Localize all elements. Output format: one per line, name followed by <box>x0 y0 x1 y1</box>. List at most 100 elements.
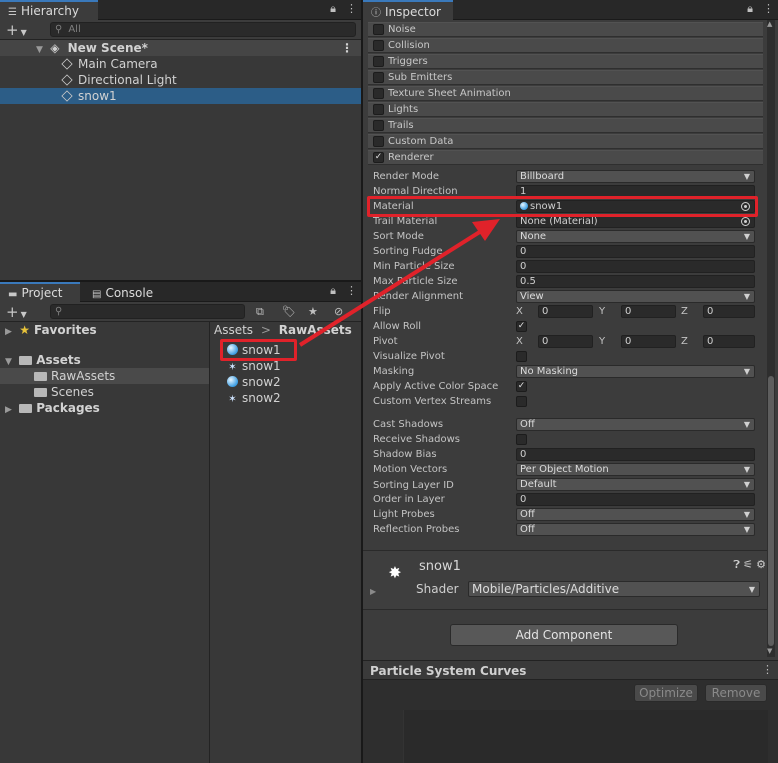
allow-roll-checkbox[interactable]: ✓ <box>516 321 527 332</box>
module-triggers[interactable]: Triggers <box>368 54 763 69</box>
shader-dropdown[interactable]: Mobile/Particles/Additive ▼ <box>468 581 760 597</box>
breadcrumb-assets[interactable]: Assets <box>214 323 253 337</box>
hidden-packages-icon[interactable]: ⊘ <box>334 305 343 318</box>
kebab-menu-icon[interactable]: ⋮ <box>762 663 773 676</box>
kebab-menu-icon[interactable]: ⋮ <box>763 2 774 15</box>
sorting-layer-id-dropdown[interactable]: Default ▼ <box>516 478 755 491</box>
optimize-button[interactable]: Optimize <box>634 684 698 702</box>
receive-shadows-checkbox[interactable] <box>516 434 527 445</box>
max-particle-size-field[interactable]: 0.5 <box>516 275 755 288</box>
module-toggle[interactable] <box>373 24 384 35</box>
flip-x-field[interactable]: 0 <box>538 305 593 318</box>
breadcrumb-rawassets[interactable]: RawAssets <box>279 323 352 337</box>
tree-favorites[interactable]: ▶ ★ Favorites <box>0 322 209 338</box>
cast-shadows-dropdown[interactable]: Off ▼ <box>516 418 755 431</box>
gameobject-cube-icon <box>61 90 73 102</box>
light-probes-dropdown[interactable]: Off ▼ <box>516 508 755 521</box>
pivot-y-field[interactable]: 0 <box>621 335 676 348</box>
chevron-down-icon: ▼ <box>743 232 750 241</box>
filter-by-type-icon[interactable]: ⧉ <box>256 305 264 319</box>
kebab-menu-icon[interactable]: ⋮ <box>346 284 357 297</box>
lock-icon[interactable]: 🔒︎ <box>330 2 336 15</box>
tab-console[interactable]: ▤ Console <box>84 282 164 302</box>
motion-vectors-dropdown[interactable]: Per Object Motion ▼ <box>516 463 755 476</box>
tree-assets[interactable]: ▼ Assets <box>0 352 209 368</box>
gear-icon[interactable]: ⚙ <box>756 558 766 571</box>
create-dropdown-button[interactable]: + ▼ <box>6 303 27 321</box>
tab-inspector[interactable]: ⓘ Inspector <box>363 0 453 20</box>
hierarchy-item-snow1[interactable]: snow1 <box>0 88 361 104</box>
module-custom-data[interactable]: Custom Data <box>368 134 763 149</box>
hierarchy-item-directional-light[interactable]: Directional Light <box>0 72 361 88</box>
sorting-fudge-field[interactable]: 0 <box>516 245 755 258</box>
tree-packages[interactable]: ▶ Packages <box>0 400 209 416</box>
kebab-menu-icon[interactable]: ⋮ <box>346 2 357 15</box>
render-mode-dropdown[interactable]: Billboard ▼ <box>516 170 755 183</box>
shadow-bias-field[interactable]: 0 <box>516 448 755 461</box>
module-toggle[interactable] <box>373 120 384 131</box>
lock-icon[interactable]: 🔒︎ <box>747 2 753 15</box>
render-alignment-dropdown[interactable]: View ▼ <box>516 290 755 303</box>
tree-scenes[interactable]: Scenes <box>0 384 209 400</box>
material-section: ✸ ▶ snow1 ❓︎ ⚟ ⚙ Shader Mobile/Particles… <box>363 550 768 610</box>
module-toggle[interactable] <box>373 72 384 83</box>
visualize-pivot-checkbox[interactable] <box>516 351 527 362</box>
vertical-splitter[interactable] <box>361 0 363 763</box>
inspector-body: Noise Collision Triggers Sub Emitters Te… <box>363 20 768 663</box>
module-toggle[interactable] <box>373 104 384 115</box>
module-sub-emitters[interactable]: Sub Emitters <box>368 70 763 85</box>
hierarchy-item-main-camera[interactable]: Main Camera <box>0 56 361 72</box>
scene-row[interactable]: ▼ ◈ New Scene* ⋮ <box>0 40 361 56</box>
scroll-down-arrow-icon[interactable]: ▼ <box>767 647 772 655</box>
project-search-input[interactable]: ⚲ <box>50 304 245 319</box>
module-toggle[interactable] <box>373 40 384 51</box>
scene-menu-icon[interactable]: ⋮ <box>341 40 353 56</box>
apply-active-color-space-checkbox[interactable]: ✓ <box>516 381 527 392</box>
module-toggle[interactable] <box>373 136 384 147</box>
foldout-arrow-icon[interactable]: ▶ <box>370 587 376 596</box>
filter-by-label-icon[interactable]: 🏷︎ <box>282 305 296 318</box>
module-lights[interactable]: Lights <box>368 102 763 117</box>
module-renderer[interactable]: ✓ Renderer <box>368 150 763 165</box>
tab-project[interactable]: ▬ Project <box>0 282 80 302</box>
remove-button[interactable]: Remove <box>705 684 767 702</box>
flip-z-field[interactable]: 0 <box>703 305 755 318</box>
masking-dropdown[interactable]: No Masking ▼ <box>516 365 755 378</box>
prop-sort-mode-label: Sort Mode <box>373 231 424 242</box>
lock-icon[interactable]: 🔒︎ <box>330 284 336 297</box>
scrollbar-thumb[interactable] <box>768 376 774 646</box>
expand-arrow-icon[interactable]: ▶ <box>5 324 15 340</box>
module-toggle-checked[interactable]: ✓ <box>373 152 384 163</box>
create-dropdown-button[interactable]: + ▼ <box>6 21 27 39</box>
hierarchy-search-input[interactable]: ⚲ All <box>50 22 356 37</box>
min-particle-size-field[interactable]: 0 <box>516 260 755 273</box>
settings-sliders-icon[interactable]: ⚟ <box>743 558 753 571</box>
module-toggle[interactable] <box>373 56 384 67</box>
order-in-layer-field[interactable]: 0 <box>516 493 755 506</box>
pivot-x-field[interactable]: 0 <box>538 335 593 348</box>
curve-editor-area[interactable] <box>403 710 768 763</box>
asset-item-snow2-particle[interactable]: ✶ snow2 <box>210 390 361 406</box>
reflection-probes-dropdown[interactable]: Off ▼ <box>516 523 755 536</box>
custom-vertex-streams-checkbox[interactable] <box>516 396 527 407</box>
flip-y-field[interactable]: 0 <box>621 305 676 318</box>
module-noise[interactable]: Noise <box>368 22 763 37</box>
tree-rawassets[interactable]: RawAssets <box>0 368 209 384</box>
module-collision[interactable]: Collision <box>368 38 763 53</box>
module-trails[interactable]: Trails <box>368 118 763 133</box>
curves-title: Particle System Curves <box>370 664 527 678</box>
horizontal-splitter[interactable] <box>0 280 361 282</box>
expand-arrow-icon[interactable]: ▶ <box>5 402 15 418</box>
inspector-scrollbar[interactable]: ▲ ▼ <box>767 20 775 657</box>
module-toggle[interactable] <box>373 88 384 99</box>
module-texture-sheet-animation[interactable]: Texture Sheet Animation <box>368 86 763 101</box>
help-icon[interactable]: ❓︎ <box>733 558 740 572</box>
asset-item-snow2-material[interactable]: snow2 <box>210 374 361 390</box>
tab-hierarchy[interactable]: ☰ Hierarchy <box>0 0 98 20</box>
add-component-button[interactable]: Add Component <box>450 624 678 646</box>
object-picker-icon[interactable] <box>741 217 750 226</box>
scroll-up-arrow-icon[interactable]: ▲ <box>767 20 772 28</box>
favorites-star-icon[interactable]: ★ <box>308 305 318 318</box>
sort-mode-dropdown[interactable]: None ▼ <box>516 230 755 243</box>
pivot-z-field[interactable]: 0 <box>703 335 755 348</box>
